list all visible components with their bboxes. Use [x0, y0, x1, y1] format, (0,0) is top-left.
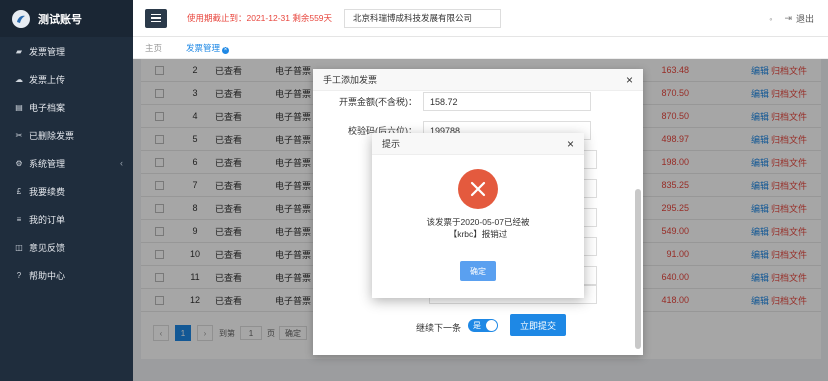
page-tabs: 主页 发票管理 × — [133, 37, 828, 59]
feedback-icon: ◫ — [15, 242, 23, 252]
menu-toggle-button[interactable] — [145, 8, 167, 28]
dialog-title: 手工添加发票 — [323, 75, 378, 85]
logout-icon: ⇥ — [784, 13, 792, 23]
sidebar-item-label: 意见反馈 — [29, 242, 66, 253]
brand-title: 测试账号 — [38, 13, 82, 26]
briefcase-icon: ▰ — [15, 46, 23, 56]
sidebar-nav: ▰ 发票管理 ☁ 发票上传 ▤ 电子档案 ✂ 已删除发票 ⚙ 系统管理 ‹ £ 我要续费 ≡ 我… — [0, 37, 133, 289]
close-icon[interactable]: × — [222, 46, 230, 54]
dialog-scrollbar[interactable] — [635, 189, 641, 349]
company-select[interactable]: 北京科瑞博成科技发展有限公司 — [344, 8, 502, 28]
error-x-icon — [458, 169, 498, 209]
tab-label: 发票管理 — [186, 42, 221, 53]
sidebar-item-label: 我的订单 — [29, 214, 66, 225]
chevron-left-icon: ‹ — [120, 158, 123, 168]
logout-link[interactable]: 退出 — [796, 12, 814, 25]
cloud-upload-icon: ☁ — [15, 74, 23, 84]
sidebar-item-label: 发票上传 — [29, 74, 66, 85]
gears-icon: ⚙ — [15, 158, 23, 168]
sidebar-item-renew[interactable]: £ 我要续费 — [0, 177, 133, 205]
pound-icon: £ — [16, 186, 22, 196]
sidebar-item-label: 帮助中心 — [29, 270, 66, 281]
sidebar-item-my-orders[interactable]: ≡ 我的订单 — [0, 205, 133, 233]
prompt-dialog: 提示 × 该发票于2020-05-07已经被 【krbc】报销过 确定 — [372, 133, 584, 298]
expire-notice: 使用期截止到：2021-12-31 剩余559天 — [187, 13, 333, 23]
amount-label: 开票金额(不含税)： — [339, 97, 417, 107]
prompt-message-line1: 该发票于2020-05-07已经被 — [426, 217, 530, 227]
close-icon[interactable]: × — [567, 138, 574, 150]
brand: 测试账号 — [0, 0, 133, 37]
tab-home[interactable]: 主页 — [133, 42, 174, 54]
list-icon: ≡ — [16, 214, 22, 224]
header-right: ◦ ⇥ 退出 — [769, 0, 814, 37]
prompt-header: 提示 × — [372, 133, 584, 155]
sidebar-item-deleted-invoices[interactable]: ✂ 已删除发票 — [0, 121, 133, 149]
sidebar-item-label: 系统管理 — [29, 158, 66, 169]
help-icon: ? — [16, 270, 22, 280]
header: 使用期截止到：2021-12-31 剩余559天 北京科瑞博成科技发展有限公司 … — [133, 0, 828, 37]
continue-next-toggle[interactable]: 是 — [468, 319, 498, 332]
ok-button[interactable]: 确定 — [460, 261, 496, 281]
close-icon[interactable]: × — [626, 74, 633, 86]
toggle-text: 是 — [473, 321, 481, 330]
sidebar-item-feedback[interactable]: ◫ 意见反馈 — [0, 233, 133, 261]
prompt-message-line2: 【krbc】报销过 — [448, 229, 508, 239]
tab-invoice-management[interactable]: 发票管理 × — [174, 42, 241, 54]
submit-button[interactable]: 立即提交 — [510, 314, 566, 336]
brand-logo-icon — [12, 9, 30, 28]
sidebar-item-system-management[interactable]: ⚙ 系统管理 ‹ — [0, 149, 133, 177]
archive-icon: ▤ — [15, 102, 23, 112]
sidebar-item-label: 已删除发票 — [29, 130, 75, 141]
prompt-message: 该发票于2020-05-07已经被 【krbc】报销过 — [372, 216, 584, 240]
sidebar-item-label: 我要续费 — [29, 186, 66, 197]
user-icon[interactable]: ◦ — [769, 14, 772, 24]
dialog-header: 手工添加发票 × — [313, 69, 643, 91]
sidebar: 测试账号 ▰ 发票管理 ☁ 发票上传 ▤ 电子档案 ✂ 已删除发票 ⚙ 系统管理 ‹ £ 我要… — [0, 0, 133, 381]
prompt-title: 提示 — [382, 139, 401, 149]
continue-next-label: 继续下一条 — [416, 323, 462, 333]
sidebar-item-help-center[interactable]: ? 帮助中心 — [0, 261, 133, 289]
sidebar-item-invoice-upload[interactable]: ☁ 发票上传 — [0, 65, 133, 93]
sidebar-item-invoice-management[interactable]: ▰ 发票管理 — [0, 37, 133, 65]
amount-input[interactable]: 158.72 — [423, 92, 591, 111]
sidebar-item-e-archive[interactable]: ▤ 电子档案 — [0, 93, 133, 121]
scissors-icon: ✂ — [15, 130, 23, 140]
amount-row: 开票金额(不含税)： 158.72 — [313, 92, 591, 111]
sidebar-item-label: 电子档案 — [29, 102, 66, 113]
toggle-knob — [486, 320, 497, 331]
sidebar-item-label: 发票管理 — [29, 46, 66, 57]
